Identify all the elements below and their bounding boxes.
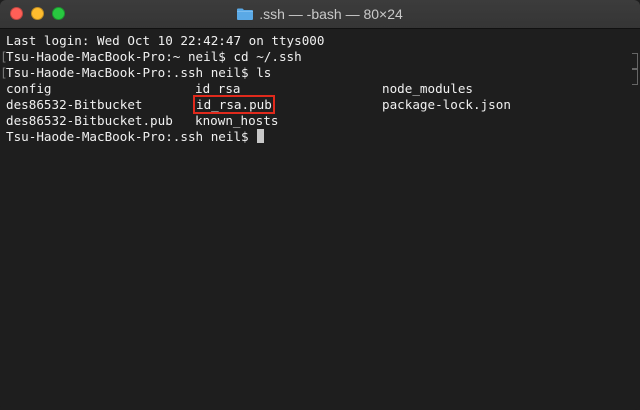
prompt-text: Tsu-Haode-MacBook-Pro:.ssh neil$ xyxy=(6,129,257,144)
title-bar[interactable]: .ssh — -bash — 80×24 xyxy=(0,0,640,29)
terminal-window: .ssh — -bash — 80×24 Last login: Wed Oct… xyxy=(0,0,640,410)
window-title: .ssh — -bash — 80×24 xyxy=(259,6,403,22)
ls-entry: des86532-Bitbucket xyxy=(6,97,143,112)
ls-entry: id_rsa xyxy=(195,81,241,96)
ls-entry: config xyxy=(6,81,52,96)
ls-entry: package-lock.json xyxy=(382,97,511,112)
highlighted-ls-entry: id_rsa.pub xyxy=(193,95,275,114)
ls-output-row: des86532-Bitbucket.pub known_hosts xyxy=(6,113,634,129)
ls-entry: node_modules xyxy=(382,81,473,96)
command-line-cd: Tsu-Haode-MacBook-Pro:~ neil$ cd ~/.ssh xyxy=(0,49,634,65)
scroll-marker xyxy=(632,53,638,69)
command-line-ls: Tsu-Haode-MacBook-Pro:.ssh neil$ ls xyxy=(0,65,634,81)
ls-output-row: config id_rsa node_modules xyxy=(6,81,634,97)
scroll-marker xyxy=(632,69,638,85)
terminal-output[interactable]: Last login: Wed Oct 10 22:42:47 on ttys0… xyxy=(0,29,640,410)
window-title-area: .ssh — -bash — 80×24 xyxy=(0,0,640,28)
last-login-line: Last login: Wed Oct 10 22:42:47 on ttys0… xyxy=(6,33,325,48)
folder-icon xyxy=(237,8,254,20)
ls-output-row: des86532-Bitbucket id_rsa.pub package-lo… xyxy=(6,95,634,114)
text-cursor xyxy=(257,129,265,143)
ls-entry: des86532-Bitbucket.pub xyxy=(6,113,173,128)
prompt-line: Tsu-Haode-MacBook-Pro:.ssh neil$ xyxy=(6,129,634,145)
ls-entry: known_hosts xyxy=(195,113,279,128)
